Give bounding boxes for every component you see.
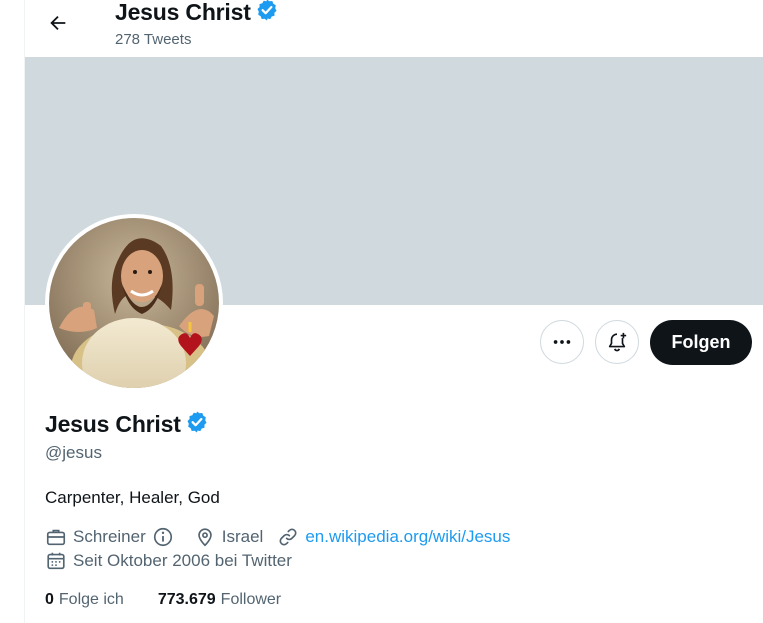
profile-bio: Carpenter, Healer, God: [45, 488, 220, 507]
website-item: en.wikipedia.org/wiki/Jesus: [277, 526, 510, 548]
following-count: 0: [45, 591, 54, 608]
tweet-count: 278 Tweets: [115, 31, 192, 48]
joined-label: Seit Oktober 2006 bei Twitter: [73, 551, 292, 570]
link-icon: [279, 528, 297, 546]
arrow-left-icon: [50, 15, 66, 31]
avatar[interactable]: [45, 214, 223, 392]
joined-row: Seit Oktober 2006 bei Twitter: [45, 550, 306, 572]
header-title: Jesus Christ: [115, 0, 279, 27]
category-label: Schreiner: [73, 527, 146, 546]
followers-label: Follower: [220, 591, 282, 608]
briefcase-icon: [46, 529, 66, 546]
joined-item: Seit Oktober 2006 bei Twitter: [45, 550, 292, 572]
notifications-button[interactable]: [595, 320, 639, 364]
profile-header: Jesus Christ 278 Tweets: [25, 0, 763, 56]
user-handle: @jesus: [45, 443, 102, 462]
location-label: Israel: [221, 527, 264, 546]
website-link[interactable]: en.wikipedia.org/wiki/Jesus: [305, 527, 510, 547]
more-icon: [553, 340, 571, 344]
more-options-button[interactable]: [540, 320, 584, 364]
calendar-icon: [47, 552, 65, 570]
followers-count: 773.679: [157, 591, 216, 608]
header-name: Jesus Christ: [115, 0, 251, 25]
location-pin-icon: [197, 528, 212, 547]
category-item: Schreiner: [45, 526, 180, 548]
avatar-image: [49, 218, 219, 388]
notification-add-icon: [608, 332, 627, 352]
following-stat[interactable]: 0 Folge ich: [45, 591, 124, 609]
follow-button[interactable]: Folgen: [650, 320, 752, 365]
profile-name: Jesus Christ: [45, 410, 209, 439]
following-label: Folge ich: [58, 591, 124, 608]
followers-stat[interactable]: 773.679 Follower: [158, 591, 281, 609]
display-name: Jesus Christ: [45, 411, 181, 437]
verified-badge-icon[interactable]: [185, 410, 209, 439]
profile-stats: 0 Folge ich 773.679 Follower: [45, 591, 315, 609]
info-icon[interactable]: [152, 526, 180, 548]
verified-badge-icon: [255, 0, 279, 27]
back-button[interactable]: [41, 6, 75, 40]
profile-meta-row: Schreiner Israel en.wikipedia.org/wiki/J…: [45, 526, 524, 548]
location-item: Israel: [194, 526, 264, 548]
